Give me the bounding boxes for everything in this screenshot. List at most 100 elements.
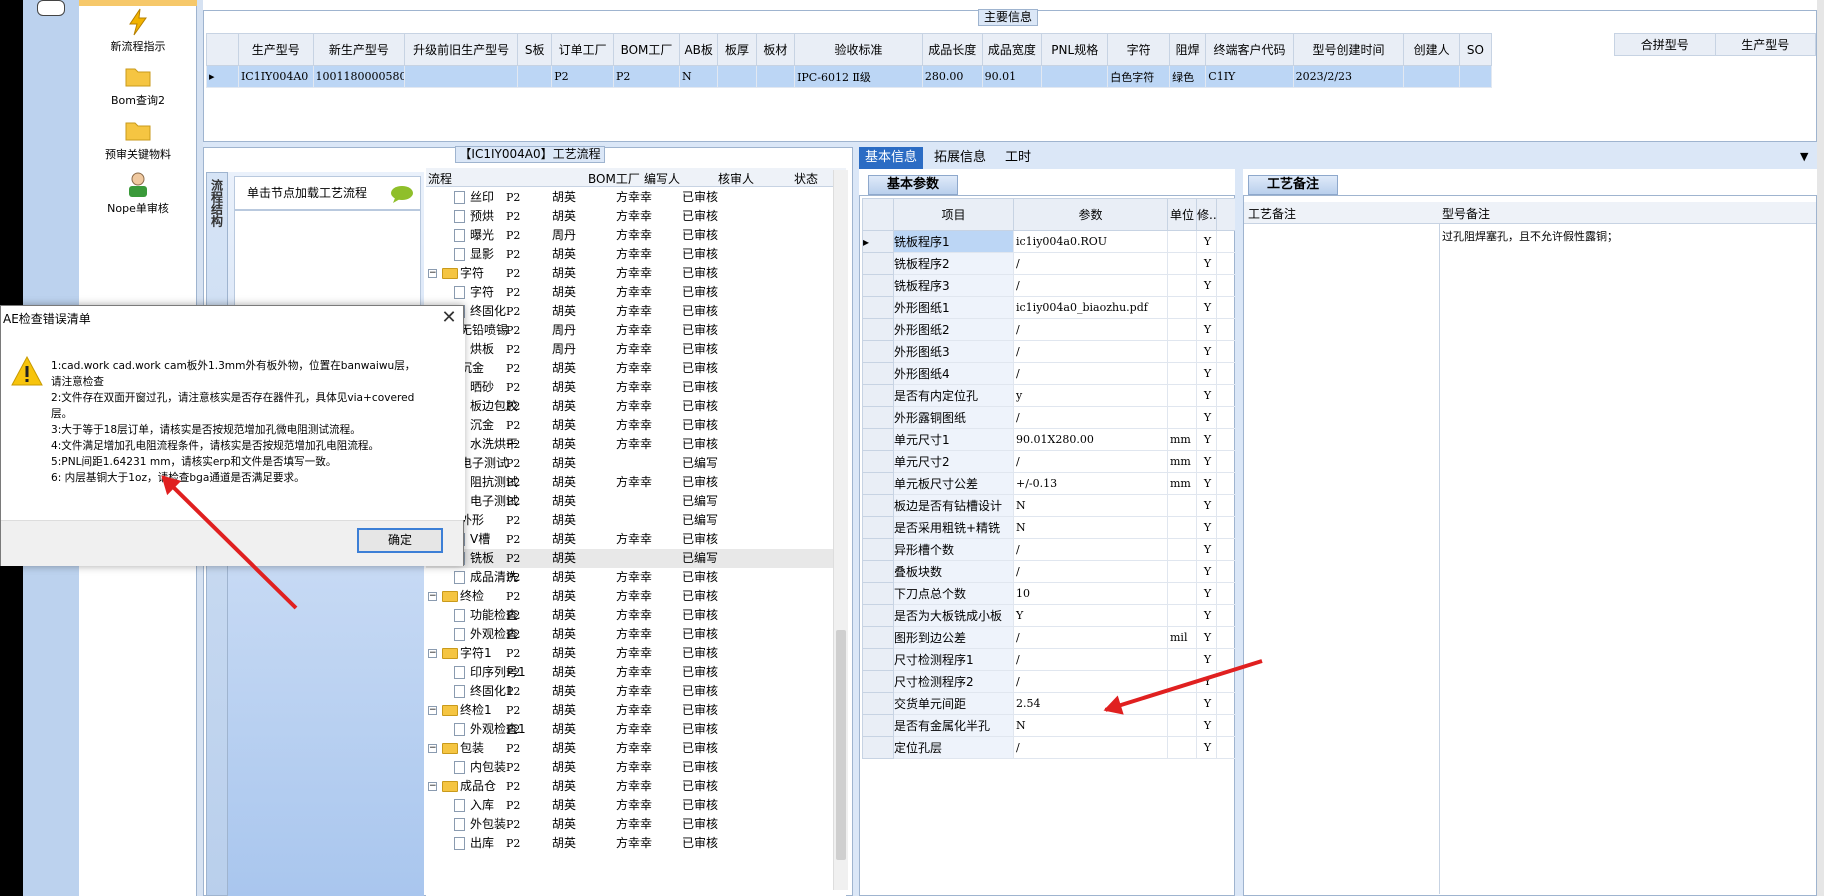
main-info-cell[interactable]: C1IY: [1205, 65, 1294, 88]
process-tree-row[interactable]: 外包装 P2 胡英 方幸幸 已审核: [426, 815, 834, 834]
chevron-down-icon[interactable]: ▼: [1800, 150, 1808, 163]
process-tree-row[interactable]: − 终检1 P2 胡英 方幸幸 已审核: [426, 701, 834, 720]
process-tree-row[interactable]: − 终检 P2 胡英 方幸幸 已审核: [426, 587, 834, 606]
process-tree-row[interactable]: 沉金 P2 胡英 方幸幸 已审核: [426, 416, 834, 435]
model-col-header[interactable]: 生产型号: [1714, 33, 1816, 56]
collapse-icon[interactable]: −: [428, 269, 437, 278]
process-tree-row[interactable]: 内包装 P2 胡英 方幸幸 已审核: [426, 758, 834, 777]
param-value[interactable]: /: [1013, 274, 1168, 297]
main-col-header[interactable]: 创建人: [1403, 33, 1460, 66]
param-value[interactable]: /: [1013, 538, 1168, 561]
main-info-cell[interactable]: [755, 65, 796, 88]
merge-col-header[interactable]: 合拼型号: [1614, 33, 1716, 56]
param-row[interactable]: 下刀点总个数 10 Y: [862, 582, 1237, 605]
process-tree-row[interactable]: 晒砂 P2 胡英 方幸幸 已审核: [426, 378, 834, 397]
param-row[interactable]: 是否为大板铣成小板 Y Y: [862, 604, 1237, 627]
param-row[interactable]: 交货单元间距 2.54 Y: [862, 692, 1237, 715]
ok-button[interactable]: 确定: [357, 528, 443, 553]
param-value[interactable]: /: [1013, 736, 1168, 759]
main-info-cell[interactable]: IC1IY004A0: [237, 65, 314, 88]
model-remark-text[interactable]: 过孔阻焊塞孔，且不允许假性露铜；: [1442, 228, 1618, 244]
main-info-cell[interactable]: P2: [551, 65, 614, 88]
process-tree-row[interactable]: 丝印 P2 胡英 方幸幸 已审核: [426, 188, 834, 207]
main-info-cell[interactable]: 白色字符: [1107, 65, 1171, 88]
nav-item-new-process[interactable]: 新流程指示: [79, 8, 197, 54]
main-info-cell[interactable]: P2: [612, 65, 681, 88]
main-col-header[interactable]: 新生产型号: [312, 33, 406, 66]
main-col-header[interactable]: 订单工厂: [551, 33, 614, 66]
process-tree-row[interactable]: 烘板 P2 周丹 方幸幸 已审核: [426, 340, 834, 359]
param-value[interactable]: /: [1013, 340, 1168, 363]
process-tree-row[interactable]: 板边包胶 P2 胡英 方幸幸 已审核: [426, 397, 834, 416]
collapse-icon[interactable]: −: [428, 649, 437, 658]
process-tree-row[interactable]: 字符 P2 胡英 方幸幸 已审核: [426, 283, 834, 302]
param-row[interactable]: 单元尺寸2/mm Y: [862, 450, 1237, 473]
main-col-header[interactable]: 阻焊: [1169, 33, 1207, 66]
param-value[interactable]: /: [1013, 318, 1168, 341]
col-model-remark[interactable]: 型号备注: [1442, 205, 1490, 222]
param-value[interactable]: /: [1013, 670, 1168, 693]
param-row[interactable]: 异形槽个数 / Y: [862, 538, 1237, 561]
param-row[interactable]: 外形图纸4/ Y: [862, 362, 1237, 385]
load-process-hint[interactable]: 单击节点加载工艺流程: [234, 176, 421, 210]
main-col-header[interactable]: S板: [517, 33, 553, 66]
param-value[interactable]: /: [1013, 560, 1168, 583]
tab-work-hours[interactable]: 工时: [996, 147, 1040, 169]
main-info-cell[interactable]: [1041, 65, 1109, 88]
process-tree-row[interactable]: − 包装 P2 胡英 方幸幸 已审核: [426, 739, 834, 758]
dialog-title-bar[interactable]: AE检查错误清单 ✕: [1, 306, 465, 334]
col-reviewer[interactable]: 核审人: [718, 170, 754, 187]
process-tree-row[interactable]: 阻抗测试 P2 胡英 方幸幸 已审核: [426, 473, 834, 492]
tab-basic-params[interactable]: 基本参数: [868, 175, 958, 195]
param-row[interactable]: 叠板块数 / Y: [862, 560, 1237, 583]
main-info-cell[interactable]: [517, 65, 553, 88]
process-tree-row[interactable]: −无铅喷锡P2周丹方幸幸已审核: [426, 321, 834, 340]
param-row[interactable]: 外形露铜图纸 / Y: [862, 406, 1237, 429]
process-tree-row[interactable]: 入库 P2 胡英 方幸幸 已审核: [426, 796, 834, 815]
process-tree-row[interactable]: 印序列号1 P2 胡英 方幸幸 已审核: [426, 663, 834, 682]
main-col-header[interactable]: SO: [1458, 33, 1493, 66]
param-row[interactable]: 是否有内定位孔 y Y: [862, 384, 1237, 407]
main-info-cell[interactable]: [717, 65, 757, 88]
process-tree-row[interactable]: − 字符1 P2 胡英 方幸幸 已审核: [426, 644, 834, 663]
param-value[interactable]: /: [1013, 252, 1168, 275]
param-value[interactable]: N: [1013, 494, 1168, 517]
main-info-cell[interactable]: N: [679, 65, 719, 88]
tab-extended-info[interactable]: 拓展信息: [928, 147, 992, 169]
param-value[interactable]: y: [1013, 384, 1168, 407]
col-process-remark[interactable]: 工艺备注: [1248, 205, 1296, 222]
process-tree-row[interactable]: 功能检查 P2 胡英 方幸幸 已审核: [426, 606, 834, 625]
collapse-icon[interactable]: −: [428, 592, 437, 601]
main-col-header[interactable]: 成品宽度: [981, 33, 1043, 66]
main-info-row[interactable]: ▸ IC1IY004A0 10011800005805 P2 P2 N IPC-6012 Ⅱ…: [206, 65, 1493, 88]
process-tree-row[interactable]: 终固化 P2 胡英 方幸幸 已审核: [426, 302, 834, 321]
col-process[interactable]: 流程: [428, 170, 452, 187]
param-value[interactable]: ic1iy004a0.ROU: [1013, 230, 1168, 253]
main-col-header[interactable]: 生产型号: [237, 33, 314, 66]
main-info-cell[interactable]: 90.01: [981, 65, 1043, 88]
param-row[interactable]: 单元板尺寸公差 +/-0.13 mm Y: [862, 472, 1237, 495]
process-tree-row[interactable]: 外观检查 P2 胡英 方幸幸 已审核: [426, 625, 834, 644]
process-tree-row[interactable]: 铣板 P2 胡英 已编写: [426, 549, 834, 568]
process-tree-row[interactable]: 出库 P2 胡英 方幸幸 已审核: [426, 834, 834, 853]
param-row[interactable]: 图形到边公差 / mil Y: [862, 626, 1237, 649]
param-row[interactable]: 外形图纸1 ic1iy004a0_biaozhu.pdf Y: [862, 296, 1237, 319]
close-icon[interactable]: ✕: [439, 309, 459, 329]
main-col-header[interactable]: 验收标准: [794, 33, 923, 66]
main-info-cell[interactable]: 280.00: [921, 65, 983, 88]
collapse-icon[interactable]: −: [428, 782, 437, 791]
param-row[interactable]: 定位孔层 / Y: [862, 736, 1237, 759]
param-row[interactable]: 铣板程序2/ Y: [862, 252, 1237, 275]
param-row[interactable]: 尺寸检测程序2/Y: [862, 670, 1237, 693]
col-writer[interactable]: 编写人: [644, 170, 680, 187]
param-value[interactable]: /: [1013, 362, 1168, 385]
process-tree-row[interactable]: − 成品仓 P2 胡英 方幸幸 已审核: [426, 777, 834, 796]
param-value[interactable]: ic1iy004a0_biaozhu.pdf: [1013, 296, 1168, 319]
main-info-cell[interactable]: [404, 65, 519, 88]
collapse-icon[interactable]: −: [428, 744, 437, 753]
main-info-cell[interactable]: IPC-6012 Ⅱ级: [794, 65, 923, 88]
param-row[interactable]: ▸ 铣板程序1 ic1iy004a0.ROU Y: [862, 230, 1237, 253]
process-tree-row[interactable]: −电子测试P2胡英已编写: [426, 454, 834, 473]
param-value[interactable]: N: [1013, 714, 1168, 737]
main-col-header[interactable]: 字符: [1107, 33, 1171, 66]
